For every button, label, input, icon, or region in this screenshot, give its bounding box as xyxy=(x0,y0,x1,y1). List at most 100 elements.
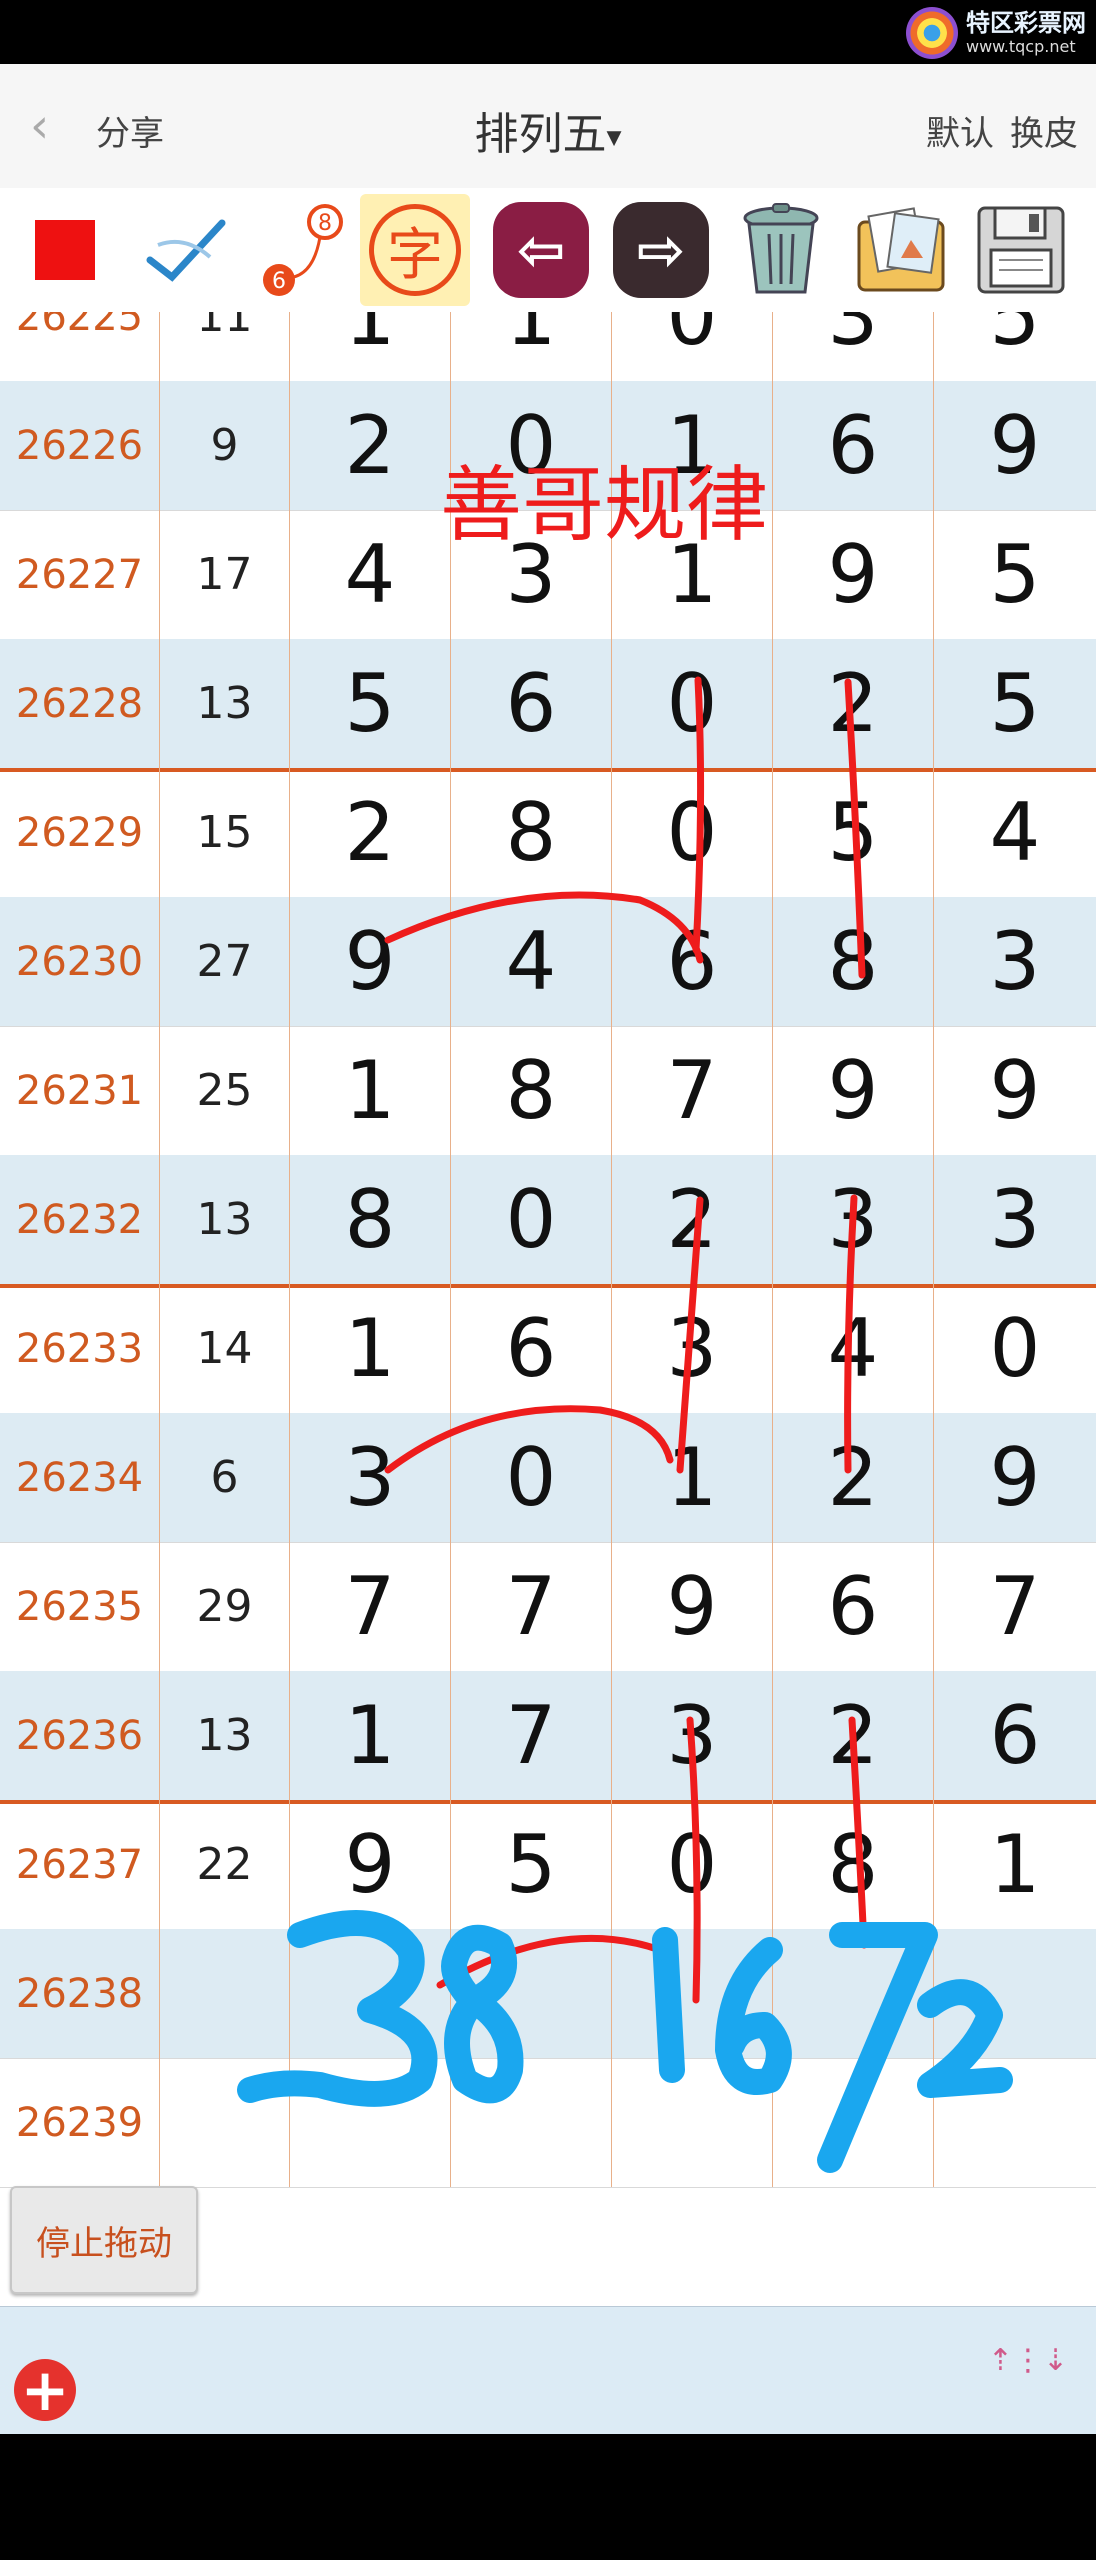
digit-cell[interactable]: 3 xyxy=(290,1413,451,1542)
digit-cell[interactable]: 9 xyxy=(773,1026,934,1155)
table-row[interactable]: 26232 13 8 0 2 3 3 xyxy=(0,1155,1096,1288)
digit-cell[interactable]: 5 xyxy=(934,510,1096,639)
digit-cell[interactable]: 0 xyxy=(934,1284,1096,1413)
digit-cell[interactable]: 2 xyxy=(290,768,451,897)
digit-cell[interactable]: 3 xyxy=(934,1155,1096,1284)
digit-cell[interactable]: 4 xyxy=(773,1284,934,1413)
trend-table[interactable]: 26225 11 1 1 0 3 5 26226 9 2 0 1 6 9 26227 17 4 3 1 9 5 26228… xyxy=(0,312,1096,2306)
digit-cell[interactable] xyxy=(451,1929,612,2058)
digit-cell[interactable]: 1 xyxy=(612,1413,773,1542)
expand-collapse-icon[interactable]: ⇡⋮⇣ xyxy=(988,2346,1068,2376)
table-row[interactable]: 26236 13 1 7 3 2 6 xyxy=(0,1671,1096,1804)
digit-cell[interactable] xyxy=(612,1929,773,2058)
digit-cell[interactable]: 5 xyxy=(934,639,1096,768)
table-row[interactable]: 26237 22 9 5 0 8 1 xyxy=(0,1800,1096,1930)
stop-square-icon[interactable] xyxy=(10,194,120,306)
digit-cell[interactable]: 0 xyxy=(612,639,773,768)
digit-cell[interactable]: 1 xyxy=(934,1800,1096,1929)
digit-cell[interactable]: 3 xyxy=(934,897,1096,1026)
digit-cell[interactable]: 7 xyxy=(451,1542,612,1671)
table-row[interactable]: 26233 14 1 6 3 4 0 xyxy=(0,1284,1096,1414)
digit-cell[interactable]: 7 xyxy=(451,1671,612,1800)
digit-cell[interactable]: 8 xyxy=(451,768,612,897)
digit-cell[interactable]: 4 xyxy=(934,768,1096,897)
digit-cell[interactable]: 6 xyxy=(612,897,773,1026)
digit-cell[interactable]: 3 xyxy=(612,1284,773,1413)
sum-cell: 14 xyxy=(160,1284,290,1413)
digit-cell[interactable]: 1 xyxy=(290,1284,451,1413)
digit-cell[interactable]: 6 xyxy=(934,1671,1096,1800)
digit-cell[interactable]: 3 xyxy=(773,312,934,381)
digit-cell[interactable]: 2 xyxy=(290,381,451,510)
digit-cell[interactable]: 6 xyxy=(451,639,612,768)
table-row[interactable]: 26230 27 9 4 6 8 3 xyxy=(0,897,1096,1027)
digit-cell[interactable]: 5 xyxy=(773,768,934,897)
digit-cell[interactable]: 1 xyxy=(451,312,612,381)
digit-cell[interactable]: 3 xyxy=(612,1671,773,1800)
digit-cell[interactable]: 1 xyxy=(290,1671,451,1800)
digit-cell[interactable]: 2 xyxy=(773,1671,934,1800)
number-link-icon[interactable]: 8 6 xyxy=(250,194,360,306)
digit-cell[interactable] xyxy=(612,2058,773,2187)
digit-cell[interactable]: 9 xyxy=(773,510,934,639)
digit-cell[interactable]: 9 xyxy=(290,897,451,1026)
digit-cell[interactable]: 0 xyxy=(612,312,773,381)
digit-cell[interactable]: 8 xyxy=(773,897,934,1026)
digit-cell[interactable]: 8 xyxy=(290,1155,451,1284)
digit-cell[interactable]: 9 xyxy=(934,381,1096,510)
digit-cell[interactable]: 9 xyxy=(612,1542,773,1671)
digit-cell[interactable]: 1 xyxy=(290,312,451,381)
table-row[interactable]: 26235 29 7 7 9 6 7 xyxy=(0,1542,1096,1672)
table-row[interactable]: 26238 xyxy=(0,1929,1096,2059)
digit-cell[interactable] xyxy=(934,2058,1096,2187)
digit-cell[interactable]: 4 xyxy=(451,897,612,1026)
digit-cell[interactable]: 3 xyxy=(773,1155,934,1284)
digit-cell[interactable]: 0 xyxy=(451,1413,612,1542)
digit-cell[interactable] xyxy=(934,1929,1096,2058)
digit-cell[interactable]: 0 xyxy=(451,1155,612,1284)
digit-cell[interactable]: 8 xyxy=(773,1800,934,1929)
digit-cell[interactable]: 5 xyxy=(451,1800,612,1929)
table-row[interactable]: 26229 15 2 8 0 5 4 xyxy=(0,768,1096,898)
pen-check-icon[interactable] xyxy=(130,194,240,306)
digit-cell[interactable] xyxy=(773,2058,934,2187)
digit-cell[interactable]: 6 xyxy=(773,381,934,510)
table-row[interactable]: 26239 xyxy=(0,2058,1096,2188)
digit-cell[interactable]: 0 xyxy=(612,1800,773,1929)
photos-icon[interactable] xyxy=(846,194,956,306)
digit-cell[interactable]: 1 xyxy=(290,1026,451,1155)
digit-cell[interactable]: 7 xyxy=(934,1542,1096,1671)
add-icon[interactable]: + xyxy=(14,2359,76,2421)
digit-cell[interactable]: 2 xyxy=(773,1413,934,1542)
table-row[interactable]: 26225 11 1 1 0 3 5 xyxy=(0,312,1096,382)
digit-cell[interactable]: 2 xyxy=(773,639,934,768)
stop-drag-button[interactable]: 停止拖动 xyxy=(10,2186,198,2294)
digit-cell[interactable]: 5 xyxy=(290,639,451,768)
digit-cell[interactable]: 4 xyxy=(290,510,451,639)
digit-cell[interactable]: 9 xyxy=(934,1413,1096,1542)
digit-cell[interactable] xyxy=(290,2058,451,2187)
table-row[interactable]: 26234 6 3 0 1 2 9 xyxy=(0,1413,1096,1543)
trash-icon[interactable] xyxy=(726,194,836,306)
digit-cell[interactable]: 7 xyxy=(290,1542,451,1671)
digit-cell[interactable]: 0 xyxy=(612,768,773,897)
next-arrow-icon[interactable]: ⇨ xyxy=(606,194,716,306)
digit-cell[interactable] xyxy=(290,1929,451,2058)
skin-button[interactable]: 换皮 xyxy=(1010,114,1078,154)
zi-font-icon[interactable]: 字 xyxy=(360,194,470,306)
prev-arrow-icon[interactable]: ⇦ xyxy=(486,194,596,306)
default-button[interactable]: 默认 xyxy=(926,114,994,154)
digit-cell[interactable]: 5 xyxy=(934,312,1096,381)
digit-cell[interactable]: 6 xyxy=(451,1284,612,1413)
save-disk-icon[interactable] xyxy=(966,194,1076,306)
digit-cell[interactable]: 9 xyxy=(290,1800,451,1929)
digit-cell[interactable]: 7 xyxy=(612,1026,773,1155)
digit-cell[interactable]: 2 xyxy=(612,1155,773,1284)
table-row[interactable]: 26231 25 1 8 7 9 9 xyxy=(0,1026,1096,1156)
digit-cell[interactable] xyxy=(773,1929,934,2058)
table-row[interactable]: 26228 13 5 6 0 2 5 xyxy=(0,639,1096,772)
digit-cell[interactable]: 9 xyxy=(934,1026,1096,1155)
digit-cell[interactable]: 6 xyxy=(773,1542,934,1671)
digit-cell[interactable] xyxy=(451,2058,612,2187)
digit-cell[interactable]: 8 xyxy=(451,1026,612,1155)
